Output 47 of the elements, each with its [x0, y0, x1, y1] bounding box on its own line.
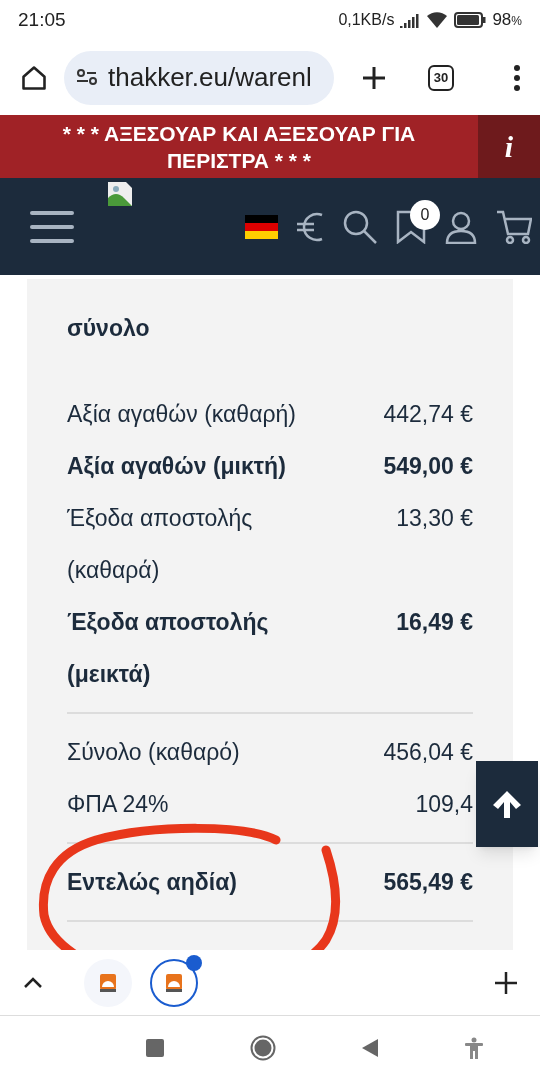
summary-value: 13,30 €	[396, 503, 473, 533]
summary-label: Έξοδα αποστολής (μεικτά)	[67, 607, 270, 689]
network-speed: 0,1KB/s	[338, 10, 395, 30]
summary-title: σύνολο	[67, 314, 151, 343]
page-favicon-icon	[99, 972, 117, 993]
plus-icon[interactable]	[494, 970, 518, 995]
battery-percent: 98%	[492, 9, 522, 32]
broken-image-icon	[106, 180, 134, 208]
tab-count-button[interactable]: 30	[428, 64, 454, 91]
battery-icon	[454, 12, 487, 28]
arrow-up-icon	[491, 788, 523, 820]
site-settings-icon	[76, 68, 98, 87]
german-flag-icon	[245, 214, 278, 239]
summary-label: Αξία αγαθών (μικτή)	[67, 451, 286, 481]
menu-icon[interactable]	[30, 210, 74, 243]
summary-value: 565,49 €	[383, 867, 473, 897]
more-menu-icon[interactable]	[512, 63, 522, 92]
summary-value: 16,49 €	[396, 607, 473, 637]
summary-value: 456,04 €	[383, 737, 473, 767]
home-nav-icon[interactable]	[250, 1035, 276, 1061]
scroll-top-button[interactable]	[476, 761, 538, 847]
signal-icon	[400, 12, 421, 28]
address-bar[interactable]: thakker.eu/warenl	[64, 50, 334, 105]
wishlist-count-badge: 0	[410, 199, 440, 230]
wifi-icon	[426, 11, 449, 29]
home-icon[interactable]	[20, 63, 48, 92]
plus-icon[interactable]	[361, 64, 387, 91]
summary-label: Εντελώς αηδία)	[67, 867, 237, 897]
chevron-up-icon[interactable]	[23, 976, 43, 989]
summary-label: ΦΠΑ 24%	[67, 789, 169, 819]
summary-value: 109,4	[415, 789, 473, 819]
info-button[interactable]: i	[478, 115, 540, 178]
summary-value: 442,74 €	[383, 399, 473, 429]
url-text: thakker.eu/warenl	[108, 61, 312, 94]
cart-icon[interactable]	[496, 209, 532, 244]
browser-tab[interactable]	[84, 958, 132, 1007]
summary-label: Σύνολο (καθαρό)	[67, 737, 240, 767]
banner-text: * * * ΑΞΕΣΟΥΑΡ ΚΑΙ ΑΞΕΣΟΥΑΡ ΓΙΑ ΠΕΡΙΣΤΡΑ * * *	[61, 120, 417, 174]
search-icon[interactable]	[342, 208, 378, 245]
user-icon[interactable]	[444, 209, 478, 244]
clock-time: 21:05	[18, 7, 66, 32]
page-favicon-icon	[165, 972, 183, 993]
summary-label: Αξία αγαθών (καθαρή)	[67, 399, 296, 429]
summary-value: 549,00 €	[383, 451, 473, 481]
accessibility-icon[interactable]	[464, 1037, 484, 1059]
summary-label: Έξοδα αποστολής (καθαρά)	[67, 503, 254, 585]
back-icon[interactable]	[362, 1039, 378, 1057]
